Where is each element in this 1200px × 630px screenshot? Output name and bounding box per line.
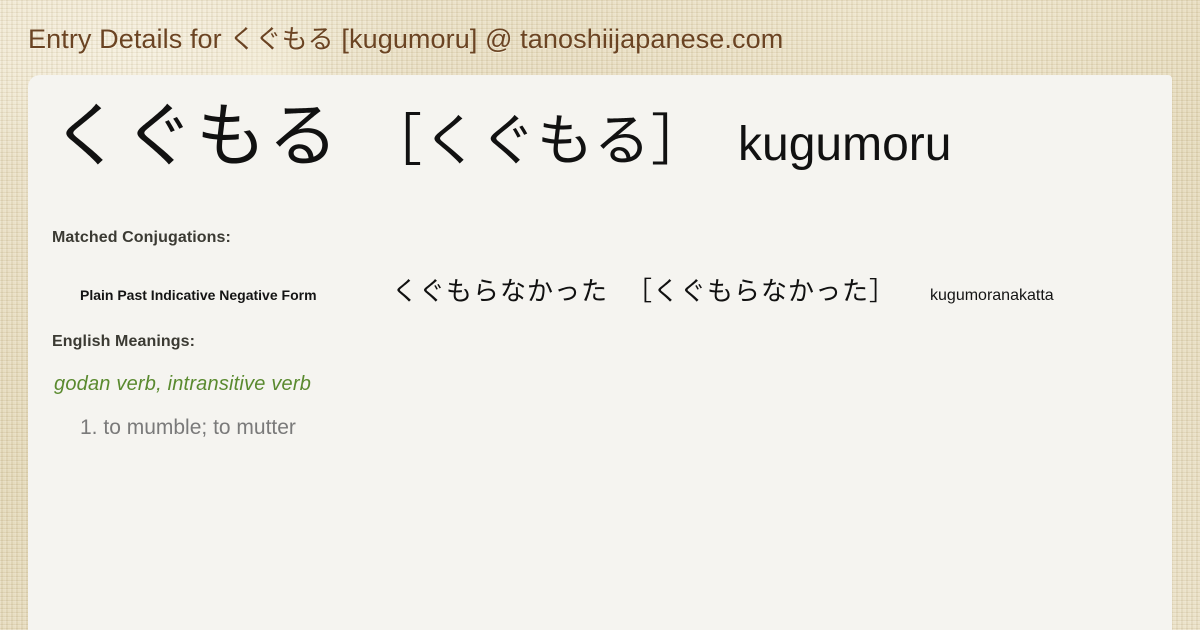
entry-headword-line: くぐもる ［くぐもる］ kugumoru (52, 101, 951, 171)
conjugation-reading: ［くぐもらなかった］ (626, 277, 897, 307)
conjugation-japanese: くぐもらなかった (392, 277, 609, 307)
entry-romaji: kugumoru (738, 118, 952, 171)
part-of-speech-tags: godan verb, intransitive verb (54, 373, 312, 395)
definition-number: 1. (80, 416, 98, 439)
page-title-japanese-word: くぐもる (229, 25, 334, 55)
definition-text: to mumble; to mutter (103, 416, 296, 439)
page-title: Entry Details for くぐもる [kugumoru] @ tano… (28, 19, 783, 56)
definition-item: 1. to mumble; to mutter (80, 413, 296, 443)
english-meanings-label: English Meanings: (52, 333, 196, 350)
conjugation-romaji: kugumoranakatta (930, 287, 1054, 304)
conjugation-row: Plain Past Indicative Negative Form くぐもら… (80, 271, 1054, 308)
matched-conjugations-label: Matched Conjugations: (52, 229, 231, 246)
page-title-prefix: Entry Details for (28, 24, 230, 54)
page-title-suffix: [kugumoru] @ tanoshiijapanese.com (333, 24, 784, 54)
entry-details-card: くぐもる ［くぐもる］ kugumoru Matched Conjugation… (28, 75, 1172, 630)
page-header: Entry Details for くぐもる [kugumoru] @ tano… (0, 0, 1200, 75)
entry-headword: くぐもる (52, 95, 340, 177)
conjugation-form-name: Plain Past Indicative Negative Form (80, 287, 317, 303)
entry-reading: ［くぐもる］ (366, 109, 708, 174)
definition-list: 1. to mumble; to mutter (80, 413, 296, 443)
